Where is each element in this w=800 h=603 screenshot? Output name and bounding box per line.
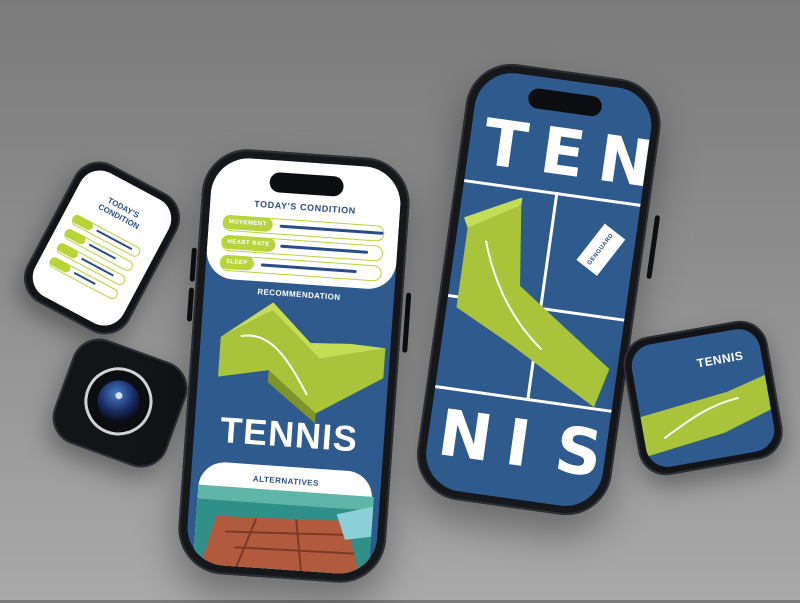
poster-court-illustration <box>456 197 610 408</box>
main-phone-wrapper: TODAY'S CONDITION MOVEMENT HEART RATE SL… <box>154 127 435 603</box>
poster-letter: S <box>550 412 607 493</box>
poster-letter: N <box>433 396 497 478</box>
poster-phone: T E N GENGUARD N I S <box>411 57 667 521</box>
condition-watch-screen: TODAY'S CONDITION <box>24 162 180 334</box>
watch-condition-title: TODAY'S CONDITION <box>72 180 170 245</box>
metric-bar <box>280 244 369 254</box>
poster-letter: E <box>535 113 590 194</box>
metric-label: HEART RATE <box>220 234 277 253</box>
poster-letter: T <box>478 105 533 186</box>
main-phone: TODAY'S CONDITION MOVEMENT HEART RATE SL… <box>175 146 413 586</box>
dynamic-island <box>527 87 604 118</box>
alternatives-court-illustration <box>192 484 374 577</box>
alternatives-card[interactable]: ALTERNATIVES <box>190 460 374 577</box>
camera-lens-icon <box>74 357 163 445</box>
metric-label: MOVEMENT <box>222 214 274 233</box>
poster-letter: N <box>593 121 657 203</box>
watch-court-illustration <box>640 374 772 457</box>
poster-letter: I <box>500 405 535 483</box>
metric-bar <box>260 263 357 274</box>
watch-tennis-title: TENNIS <box>695 348 745 371</box>
poster-phone-screen: T E N GENGUARD N I S <box>421 68 657 511</box>
condition-watch-device: TODAY'S CONDITION <box>14 151 190 345</box>
poster-phone-wrapper: T E N GENGUARD N I S <box>400 47 683 543</box>
tennis-watch-device: TENNIS <box>618 316 788 480</box>
metric-label: SLEEP <box>219 254 255 271</box>
tennis-watch-screen: TENNIS <box>628 325 778 471</box>
metric-bar <box>279 224 384 235</box>
main-phone-screen: TODAY'S CONDITION MOVEMENT HEART RATE SL… <box>184 155 403 577</box>
